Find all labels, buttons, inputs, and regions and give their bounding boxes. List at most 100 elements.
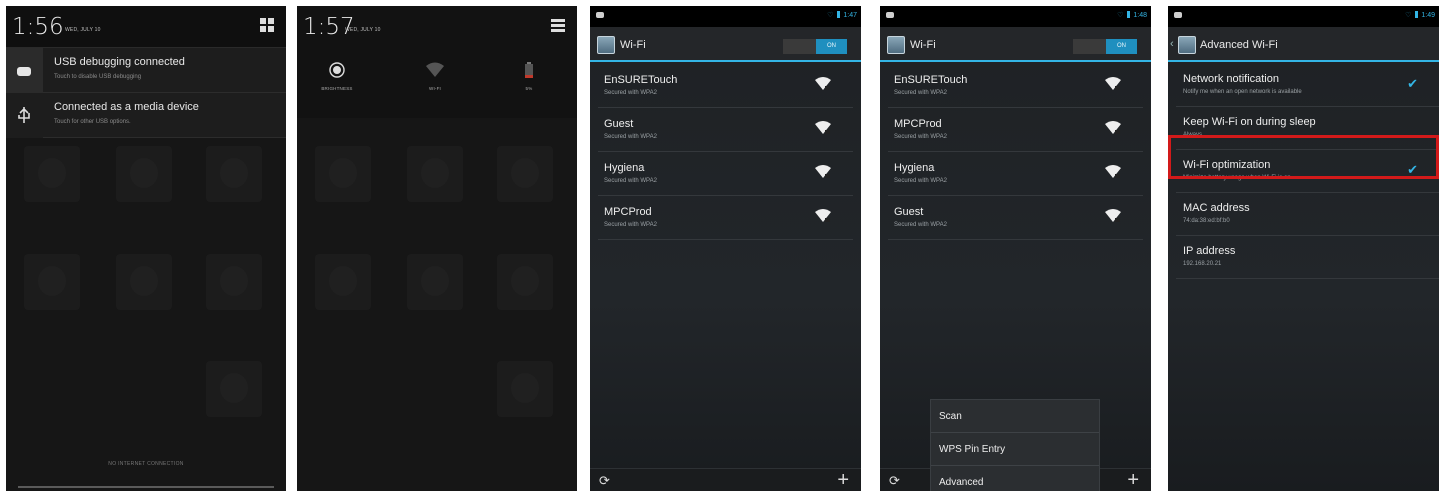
battery-icon: [837, 11, 841, 18]
qs-label: BRIGHTNESS: [321, 86, 353, 91]
menu-item-wps-pin-entry[interactable]: WPS Pin Entry: [931, 433, 1099, 466]
status-bar: ♡ 1:49: [1168, 6, 1439, 27]
network-list: EnSURETouch Secured with WPA2 MPCProd Se…: [888, 64, 1143, 240]
qs-label: WI-FI: [429, 86, 441, 91]
clock: 1:56: [12, 14, 64, 40]
qs-wifi-tile[interactable]: WI-FI: [395, 48, 475, 91]
no-internet-label: NO INTERNET CONNECTION: [108, 461, 184, 467]
wps-icon[interactable]: ⟳: [599, 473, 610, 489]
network-name: MPCProd: [894, 118, 942, 130]
wifi-settings-app-icon[interactable]: [1178, 36, 1196, 54]
toggle-on-label: ON: [816, 39, 847, 54]
qs-brightness-tile[interactable]: BRIGHTNESS: [297, 48, 377, 91]
shade-drag-handle[interactable]: [18, 486, 274, 488]
android-notification-icon: [1174, 12, 1182, 18]
setting-ip-address: IP address 192.168.20.21: [1176, 236, 1439, 279]
network-row[interactable]: MPCProd Secured with WPA2: [598, 196, 853, 240]
network-row[interactable]: EnSURETouch Secured with WPA2: [598, 64, 853, 108]
network-name: Hygiena: [604, 162, 645, 174]
overflow-menu: Scan WPS Pin Entry Advanced: [930, 399, 1100, 491]
network-name: MPCProd: [604, 206, 652, 218]
quick-settings-row: BRIGHTNESS WI-FI 5%: [297, 48, 577, 118]
checkmark-icon[interactable]: ✔: [1407, 76, 1418, 92]
background-tile: [315, 254, 371, 310]
action-bar: Wi-Fi ON: [880, 27, 1151, 62]
network-row[interactable]: MPCProd Secured with WPA2: [888, 108, 1143, 152]
status-right: ♡ 1:47: [827, 11, 857, 19]
qs-battery-tile[interactable]: 5%: [489, 48, 569, 91]
notification-shade-panel: 1:56 WED, JULY 10 USB debugging connecte…: [6, 6, 286, 491]
status-time: 1:48: [1133, 12, 1147, 19]
setting-network-notification[interactable]: Network notification Notify me when an o…: [1176, 64, 1439, 107]
network-list: EnSURETouch Secured with WPA2 Guest Secu…: [598, 64, 853, 240]
quick-settings-grid-icon[interactable]: [259, 17, 275, 33]
network-name: EnSURETouch: [604, 74, 678, 86]
network-name: Guest: [604, 118, 634, 130]
background-tile: [315, 146, 371, 202]
add-network-icon[interactable]: +: [1127, 469, 1139, 491]
wifi-settings-screen: ♡ 1:47 Wi-Fi ON EnSURETouch Secured with …: [590, 6, 861, 491]
wifi-locked-icon: [815, 77, 831, 90]
signal-icon: ♡: [1405, 12, 1412, 19]
android-notification-icon: [596, 12, 604, 18]
page-title: Advanced Wi-Fi: [1200, 39, 1278, 51]
setting-title: Network notification: [1183, 73, 1279, 85]
notifications-list-icon[interactable]: [550, 17, 566, 33]
wifi-toggle[interactable]: ON: [783, 39, 847, 54]
back-chevron-icon[interactable]: ‹: [1170, 38, 1174, 50]
add-network-icon[interactable]: +: [837, 469, 849, 491]
network-row[interactable]: Hygiena Secured with WPA2: [888, 152, 1143, 196]
network-row[interactable]: Hygiena Secured with WPA2: [598, 152, 853, 196]
wifi-settings-app-icon: [597, 36, 615, 54]
advanced-wifi-screen: ♡ 1:49 ‹ Advanced Wi-Fi Network notificat…: [1168, 6, 1439, 491]
network-security: Secured with WPA2: [604, 178, 657, 184]
network-security: Secured with WPA2: [604, 90, 657, 96]
wps-icon[interactable]: ⟳: [889, 473, 900, 489]
shade-header: 1:56 WED, JULY 10: [6, 6, 286, 48]
battery-icon: [1415, 11, 1419, 18]
wifi-icon: [426, 62, 444, 77]
network-name: EnSURETouch: [894, 74, 968, 86]
menu-item-scan[interactable]: Scan: [931, 400, 1099, 433]
signal-icon: ♡: [1117, 12, 1124, 19]
network-row[interactable]: EnSURETouch Secured with WPA2: [888, 64, 1143, 108]
wifi-locked-icon: [1105, 77, 1121, 90]
background-tile: [497, 146, 553, 202]
notification-title: Connected as a media device: [54, 101, 199, 113]
mac-address-highlight-box: [1168, 135, 1439, 179]
wifi-locked-icon: [815, 121, 831, 134]
network-security: Secured with WPA2: [894, 90, 947, 96]
network-name: Guest: [894, 206, 924, 218]
action-bar: Wi-Fi ON: [590, 27, 861, 62]
setting-mac-address: MAC address 74:da:38:ed:bf:b0: [1176, 193, 1439, 236]
menu-item-advanced[interactable]: Advanced: [931, 466, 1099, 491]
network-row[interactable]: Guest Secured with WPA2: [888, 196, 1143, 240]
setting-summary: 74:da:38:ed:bf:b0: [1183, 218, 1230, 224]
notification-subtitle: Touch to disable USB debugging: [54, 74, 142, 80]
background-tile: [24, 146, 80, 202]
setting-title: MAC address: [1183, 202, 1250, 214]
network-row[interactable]: Guest Secured with WPA2: [598, 108, 853, 152]
network-security: Secured with WPA2: [894, 134, 947, 140]
status-right: ♡ 1:48: [1117, 11, 1147, 19]
notification-usb-debugging[interactable]: USB debugging connected Touch to disable…: [6, 48, 286, 93]
android-debug-icon: [6, 48, 43, 93]
toggle-on-label: ON: [1106, 39, 1137, 54]
status-time: 1:47: [843, 12, 857, 19]
network-security: Secured with WPA2: [894, 178, 947, 184]
setting-summary: Notify me when an open network is availa…: [1183, 89, 1302, 95]
clock-date: WED, JULY 10: [65, 27, 101, 33]
page-title: Wi-Fi: [910, 39, 936, 51]
status-bar: ♡ 1:48: [880, 6, 1151, 27]
background-tile: [206, 146, 262, 202]
battery-icon: [525, 62, 533, 78]
wifi-toggle[interactable]: ON: [1073, 39, 1137, 54]
notification-subtitle: Touch for other USB options.: [54, 119, 131, 125]
notification-media-device[interactable]: Connected as a media device Touch for ot…: [6, 93, 286, 138]
background-tile: [116, 146, 172, 202]
background-tile: [116, 254, 172, 310]
background-tile: [497, 254, 553, 310]
quick-settings-panel: 1:57 WED, JULY 10 BRIGHTNESS WI-FI 5%: [297, 6, 577, 491]
wifi-settings-menu-screen: ♡ 1:48 Wi-Fi ON EnSURETouch Secured with …: [880, 6, 1151, 491]
battery-icon: [1127, 11, 1131, 18]
